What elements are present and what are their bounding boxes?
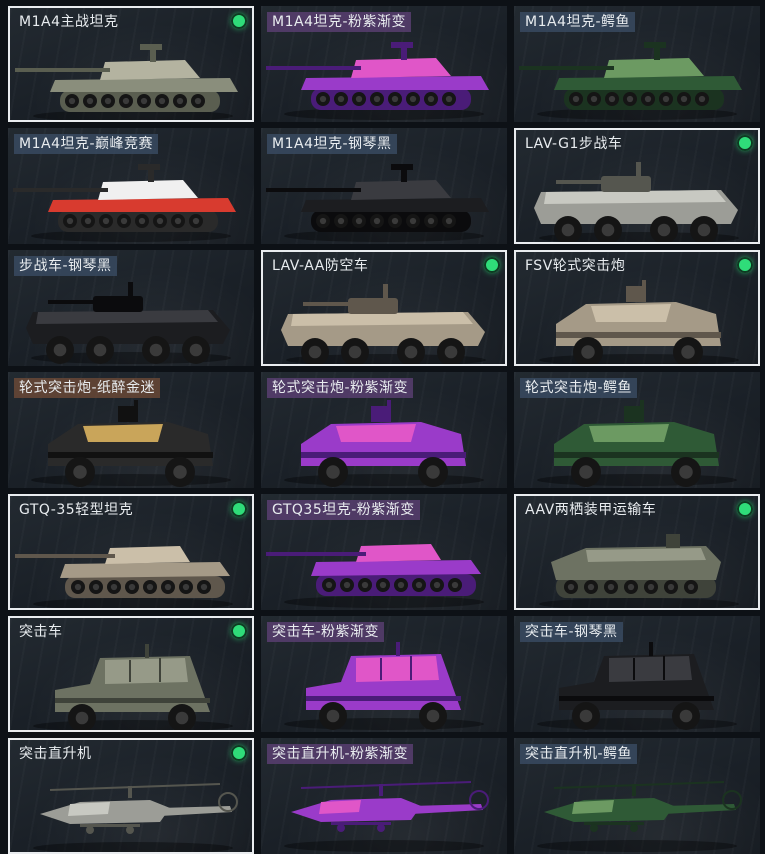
ifv-image [281,284,486,364]
armored-car-image [539,280,739,364]
tank-image [519,42,742,120]
assault-vehicle-image [537,642,737,730]
owned-indicator-icon [231,623,247,639]
vehicle-card-label: GTQ-35轻型坦克 [19,502,134,518]
vehicle-card[interactable]: 轮式突击炮-纸醉金迷 [8,372,254,488]
helicopter-image [284,781,489,852]
light-tank-image [15,546,233,608]
owned-indicator-icon [484,257,500,273]
armored-car-image [537,400,737,487]
assault-vehicle-image [284,642,484,730]
vehicle-card-label: 突击直升机 [19,746,92,762]
vehicle-card[interactable]: M1A4坦克-鳄鱼 [514,6,760,122]
owned-indicator-icon [231,501,247,517]
amphibious-image [539,534,739,608]
vehicle-skin-grid: M1A4主战坦克 M1A4坦克-粉紫渐变 M1A4坦克-鳄鱼 M1A4坦克-巅峰… [0,0,765,854]
assault-vehicle-image [33,644,233,730]
owned-indicator-icon [231,745,247,761]
helicopter-image [537,781,742,852]
vehicle-card-label: AAV两栖装甲运输车 [525,502,657,518]
tank-image [266,42,489,120]
vehicle-card[interactable]: 突击车-钢琴黑 [514,616,760,732]
vehicle-card[interactable]: 步战车-钢琴黑 [8,250,254,366]
vehicle-card[interactable]: LAV-G1步战车 [514,128,760,244]
owned-indicator-icon [231,13,247,29]
vehicle-card-label: M1A4主战坦克 [19,14,119,30]
vehicle-card-label: 突击车 [19,624,63,640]
vehicle-card[interactable]: M1A4坦克-钢琴黑 [261,128,507,244]
vehicle-card[interactable]: FSV轮式突击炮 [514,250,760,366]
tank-image [15,44,238,120]
vehicle-card[interactable]: GTQ35坦克-粉紫渐变 [261,494,507,610]
vehicle-card[interactable]: M1A4坦克-巅峰竞赛 [8,128,254,244]
vehicle-card[interactable]: 突击直升机-粉紫渐变 [261,738,507,854]
owned-indicator-icon [737,135,753,151]
vehicle-card[interactable]: AAV两栖装甲运输车 [514,494,760,610]
vehicle-card[interactable]: 轮式突击炮-粉紫渐变 [261,372,507,488]
helicopter-image [33,783,238,852]
owned-indicator-icon [737,257,753,273]
vehicle-card-label: LAV-AA防空车 [272,258,369,274]
vehicle-card[interactable]: M1A4主战坦克 [8,6,254,122]
armored-car-image [31,400,231,487]
vehicle-card[interactable]: 突击直升机-鳄鱼 [514,738,760,854]
armored-car-image [284,400,484,487]
owned-indicator-icon [737,501,753,517]
tank-image [13,164,236,242]
light-tank-image [266,544,484,608]
ifv-image [26,282,231,364]
vehicle-card[interactable]: 突击直升机 [8,738,254,854]
vehicle-card[interactable]: GTQ-35轻型坦克 [8,494,254,610]
vehicle-card[interactable]: M1A4坦克-粉紫渐变 [261,6,507,122]
vehicle-card[interactable]: 轮式突击炮-鳄鱼 [514,372,760,488]
ifv-image [534,162,739,242]
tank-image [266,164,489,242]
vehicle-card-label: FSV轮式突击炮 [525,258,626,274]
vehicle-card-label: LAV-G1步战车 [525,136,623,152]
vehicle-card[interactable]: 突击车-粉紫渐变 [261,616,507,732]
vehicle-card[interactable]: LAV-AA防空车 [261,250,507,366]
vehicle-card[interactable]: 突击车 [8,616,254,732]
